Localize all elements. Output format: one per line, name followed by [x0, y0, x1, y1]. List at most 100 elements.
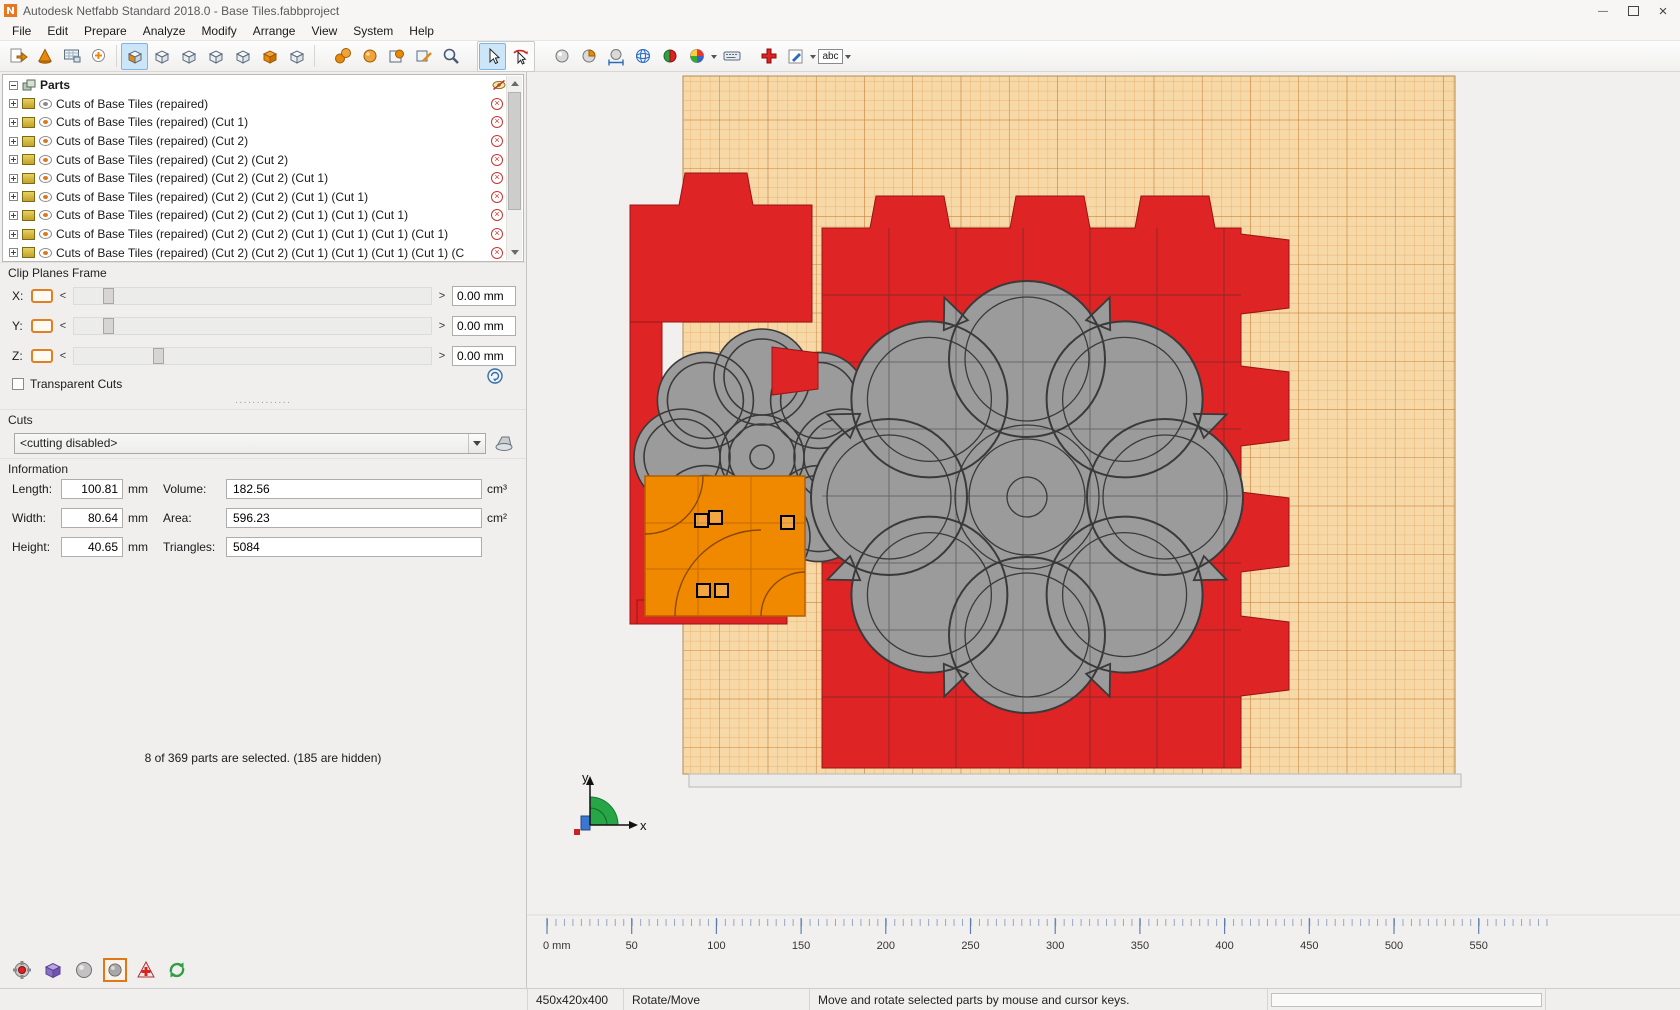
note-tool-dropdown-caret[interactable]: [810, 55, 816, 62]
clip-z-decrease-icon[interactable]: [58, 350, 68, 362]
cutting-dropdown[interactable]: <cutting disabled>: [14, 433, 486, 454]
menu-analyze[interactable]: Analyze: [135, 23, 194, 39]
color-mode-button[interactable]: [683, 43, 710, 70]
3d-viewport[interactable]: y x 0 mm 50 100 150 200: [527, 72, 1680, 988]
delete-part-icon[interactable]: [491, 209, 503, 221]
triangles-input[interactable]: [226, 537, 482, 557]
red-tab-part[interactable]: [772, 347, 818, 395]
hide-all-parts-icon[interactable]: [492, 79, 506, 91]
rotate-tool-button[interactable]: [506, 43, 533, 70]
refresh-button[interactable]: [165, 958, 189, 982]
tree-row[interactable]: Cuts of Base Tiles (repaired) (Cut 2) (C…: [4, 188, 506, 207]
import-part-button[interactable]: [31, 43, 58, 70]
scroll-up-icon[interactable]: [507, 76, 522, 91]
expand-icon[interactable]: [9, 137, 18, 146]
view-standard-button[interactable]: [121, 43, 148, 70]
scene-canvas[interactable]: y x 0 mm 50 100 150 200: [527, 72, 1680, 988]
edit-box-button[interactable]: [410, 43, 437, 70]
delete-part-icon[interactable]: [491, 172, 503, 184]
delete-part-icon[interactable]: [491, 228, 503, 240]
expand-icon[interactable]: [9, 118, 18, 127]
width-input[interactable]: [61, 508, 123, 528]
close-button[interactable]: [1648, 1, 1678, 21]
scroll-thumb[interactable]: [508, 92, 521, 210]
delete-part-icon[interactable]: [491, 247, 503, 259]
tree-item-label[interactable]: Cuts of Base Tiles (repaired) (Cut 2) (C…: [56, 190, 487, 204]
view-front-button[interactable]: [148, 43, 175, 70]
visibility-eye-icon[interactable]: [39, 117, 52, 127]
maximize-button[interactable]: [1618, 1, 1648, 21]
show-selected-button[interactable]: [356, 43, 383, 70]
execute-cut-icon[interactable]: [492, 432, 516, 454]
expand-icon[interactable]: [9, 192, 18, 201]
rosette-part[interactable]: [811, 281, 1243, 713]
settings-button[interactable]: [10, 958, 34, 982]
repair-button[interactable]: [134, 958, 158, 982]
tree-item-label[interactable]: Cuts of Base Tiles (repaired) (Cut 1): [56, 115, 487, 129]
select-tool-button[interactable]: [479, 43, 506, 70]
parts-root-label[interactable]: Parts: [40, 78, 488, 92]
tree-item-label[interactable]: Cuts of Base Tiles (repaired) (Cut 2) (C…: [56, 208, 487, 222]
view-right-button[interactable]: [229, 43, 256, 70]
clip-x-slider[interactable]: [73, 287, 432, 305]
menu-system[interactable]: System: [345, 23, 401, 39]
expand-icon[interactable]: [9, 174, 18, 183]
tree-item-label[interactable]: Cuts of Base Tiles (repaired) (Cut 2) (C…: [56, 171, 487, 185]
tree-item-label[interactable]: Cuts of Base Tiles (repaired) (Cut 2) (C…: [56, 246, 487, 260]
expand-icon[interactable]: [9, 99, 18, 108]
tree-item-label[interactable]: Cuts of Base Tiles (repaired): [56, 97, 487, 111]
clip-x-increase-icon[interactable]: [437, 290, 447, 302]
show-all-parts-button[interactable]: [329, 43, 356, 70]
tree-row[interactable]: Cuts of Base Tiles (repaired) (Cut 2) (C…: [4, 206, 506, 225]
visibility-eye-icon[interactable]: [39, 229, 52, 239]
color-mode-dropdown-caret[interactable]: [711, 55, 717, 62]
delete-part-icon[interactable]: [491, 98, 503, 110]
expand-icon[interactable]: [9, 155, 18, 164]
packing-button[interactable]: [41, 958, 65, 982]
panel-splitter-handle[interactable]: [0, 397, 526, 409]
tree-row[interactable]: Cuts of Base Tiles (repaired) (Cut 2) (C…: [4, 243, 506, 260]
view-back-button[interactable]: [175, 43, 202, 70]
active-view-mode-button[interactable]: [103, 958, 127, 982]
menu-modify[interactable]: Modify: [193, 23, 244, 39]
visibility-eye-icon[interactable]: [39, 173, 52, 183]
delete-part-icon[interactable]: [491, 116, 503, 128]
visibility-eye-icon[interactable]: [39, 210, 52, 220]
view-top-button[interactable]: [256, 43, 283, 70]
menu-file[interactable]: File: [4, 23, 39, 39]
measure-sphere-button[interactable]: [602, 43, 629, 70]
mesh-view-button[interactable]: [629, 43, 656, 70]
area-input[interactable]: [226, 508, 482, 528]
volume-input[interactable]: [226, 479, 482, 499]
label-tool-button[interactable]: abc: [817, 43, 844, 70]
chevron-down-icon[interactable]: [468, 434, 485, 453]
tree-row[interactable]: Cuts of Base Tiles (repaired) (Cut 2) (C…: [4, 150, 506, 169]
menu-help[interactable]: Help: [401, 23, 442, 39]
clip-y-slider[interactable]: [73, 317, 432, 335]
clip-z-plane-swatch[interactable]: [31, 349, 53, 363]
tree-row[interactable]: Cuts of Base Tiles (repaired) (Cut 2) (C…: [4, 169, 506, 188]
collapse-icon[interactable]: [9, 81, 18, 90]
expand-icon[interactable]: [9, 248, 18, 257]
height-input[interactable]: [61, 537, 123, 557]
clip-x-plane-swatch[interactable]: [31, 289, 53, 303]
shade-sphere-button[interactable]: [548, 43, 575, 70]
clip-y-value-input[interactable]: [452, 316, 516, 336]
tree-item-label[interactable]: Cuts of Base Tiles (repaired) (Cut 2): [56, 134, 487, 148]
tree-scrollbar[interactable]: [506, 76, 522, 260]
view-left-button[interactable]: [202, 43, 229, 70]
note-tool-button[interactable]: [782, 43, 809, 70]
menu-prepare[interactable]: Prepare: [76, 23, 135, 39]
clip-z-slider-thumb[interactable]: [153, 348, 164, 364]
delete-part-icon[interactable]: [491, 135, 503, 147]
expand-icon[interactable]: [9, 230, 18, 239]
expand-icon[interactable]: [9, 211, 18, 220]
shaded-view-button[interactable]: [72, 958, 96, 982]
view-bottom-button[interactable]: [283, 43, 310, 70]
section-sphere-button[interactable]: [575, 43, 602, 70]
tree-item-label[interactable]: Cuts of Base Tiles (repaired) (Cut 2) (C…: [56, 153, 487, 167]
tree-row[interactable]: Cuts of Base Tiles (repaired) (Cut 1): [4, 113, 506, 132]
clip-y-plane-swatch[interactable]: [31, 319, 53, 333]
measure-button[interactable]: [718, 43, 745, 70]
tree-item-label[interactable]: Cuts of Base Tiles (repaired) (Cut 2) (C…: [56, 227, 487, 241]
